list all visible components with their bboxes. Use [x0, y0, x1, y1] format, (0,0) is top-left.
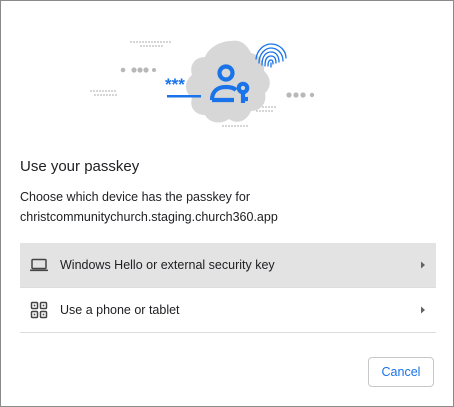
dialog-description: Choose which device has the passkey for … [20, 187, 440, 227]
dots-left [120, 67, 156, 73]
dotted-line-left [90, 90, 117, 96]
option-phone-tablet-label: Use a phone or tablet [60, 303, 180, 317]
dotted-line-bottom [222, 125, 248, 127]
password-asterisks: *** [165, 75, 185, 94]
dots-right [286, 92, 315, 98]
option-windows-hello[interactable]: Windows Hello or external security key [20, 243, 436, 287]
chevron-right-icon [418, 305, 428, 315]
option-divider [20, 332, 436, 333]
passkey-dialog: *** Use your passkey Choose which device… [0, 0, 454, 407]
dotted-line-top-left [130, 41, 171, 47]
qr-code-icon [29, 300, 49, 320]
dialog-title: Use your passkey [20, 158, 140, 175]
option-windows-hello-label: Windows Hello or external security key [60, 258, 275, 272]
option-phone-tablet[interactable]: Use a phone or tablet [20, 288, 436, 332]
description-text: Choose which device has the passkey for [20, 190, 250, 204]
site-domain: christcommunitychurch.staging.church360.… [20, 210, 278, 224]
laptop-icon [29, 255, 49, 275]
chevron-right-icon [418, 260, 428, 270]
password-underline [167, 95, 201, 98]
cancel-button[interactable]: Cancel [368, 357, 434, 387]
passkey-illustration: *** [90, 40, 315, 127]
